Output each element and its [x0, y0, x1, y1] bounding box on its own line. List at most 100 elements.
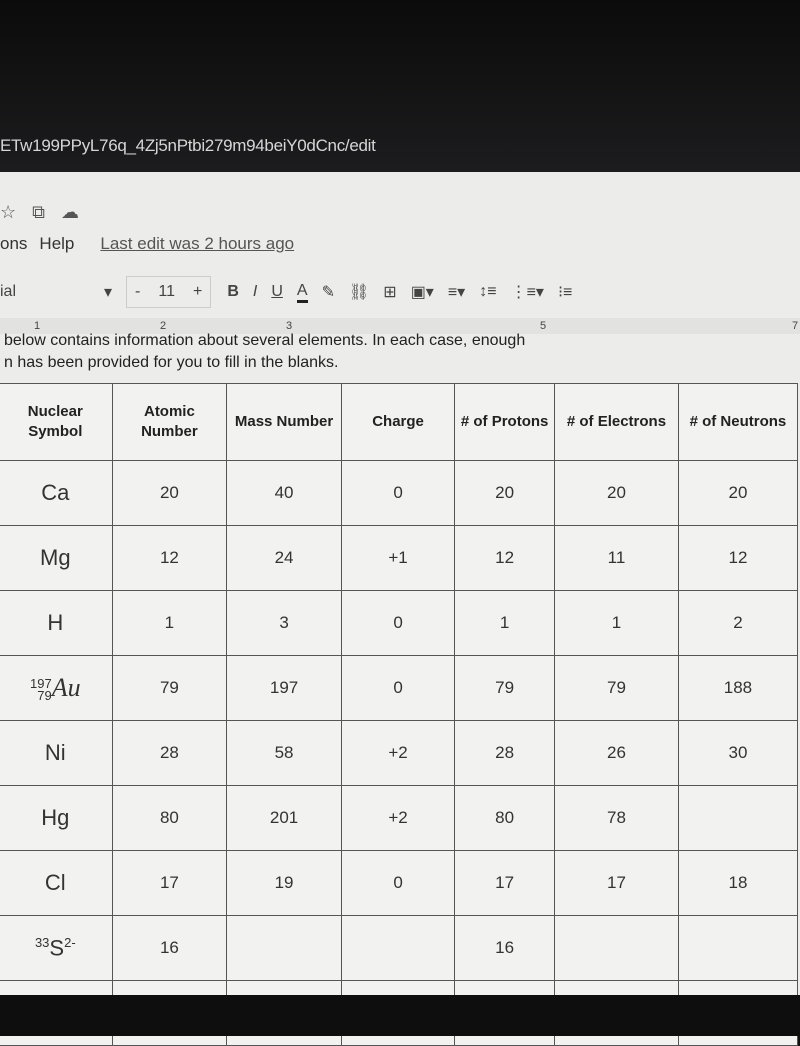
add-comment-icon[interactable]: ⊞	[383, 282, 396, 302]
column-header: Charge	[340, 383, 456, 461]
last-edit-link[interactable]: Last edit was 2 hours ago	[100, 234, 294, 254]
table-cell[interactable]: 0	[340, 590, 456, 656]
menu-help[interactable]: Help	[39, 234, 74, 254]
browser-chrome: ETw199PPyL76q_4Zj5nPtbi279m94beiY0dCnc/e…	[0, 0, 800, 172]
table-cell[interactable]: 12	[454, 525, 556, 591]
link-icon[interactable]: ⛓	[349, 282, 369, 302]
table-row: Ca 20 40 0 20 20 20	[0, 460, 799, 526]
table-cell[interactable]: 201	[226, 785, 342, 851]
table-cell[interactable]: 20	[454, 460, 556, 526]
nuclear-symbol-cell[interactable]: 197 79Au	[0, 655, 113, 721]
table-cell[interactable]: +2	[340, 785, 456, 851]
table-cell[interactable]: 78	[554, 785, 679, 851]
nuclear-symbol-cell[interactable]: Ca	[0, 460, 113, 526]
chevron-down-icon[interactable]: ▾	[104, 282, 112, 302]
table-cell[interactable]	[554, 915, 679, 981]
nuclear-symbol-cell[interactable]: Cl	[0, 850, 113, 916]
table-cell[interactable]: 11	[554, 525, 679, 591]
increase-font-button[interactable]: +	[193, 283, 202, 301]
table-cell[interactable]: 20	[111, 460, 228, 526]
table-cell[interactable]: 18	[677, 850, 799, 916]
table-cell[interactable]	[677, 915, 799, 981]
numbered-list-icon[interactable]: ⋮≡▾	[511, 282, 544, 302]
table-cell[interactable]: 80	[454, 785, 556, 851]
table-cell[interactable]: 12	[677, 525, 799, 591]
table-cell[interactable]	[677, 785, 799, 851]
font-size-control: - 11 +	[126, 276, 212, 308]
bulleted-list-icon[interactable]: ⁝≡	[558, 282, 572, 302]
table-cell[interactable]: 188	[677, 655, 799, 721]
address-bar-url[interactable]: ETw199PPyL76q_4Zj5nPtbi279m94beiY0dCnc/e…	[0, 136, 376, 156]
underline-button[interactable]: U	[271, 283, 283, 301]
cloud-saved-icon[interactable]: ☁	[61, 202, 79, 223]
table-row: Hg 80 201 +2 80 78	[0, 785, 799, 851]
table-cell[interactable]: 30	[677, 720, 799, 786]
column-header: # of Protons	[454, 383, 556, 461]
menu-bar: ons Help Last edit was 2 hours ago	[0, 234, 294, 254]
insert-image-icon[interactable]: ▣▾	[411, 282, 434, 302]
table-cell[interactable]: 26	[554, 720, 679, 786]
table-cell[interactable]	[226, 915, 342, 981]
table-cell[interactable]: 80	[111, 785, 228, 851]
table-cell[interactable]: 17	[454, 850, 556, 916]
table-cell[interactable]: 28	[111, 720, 228, 786]
intro-line: n has been provided for you to fill in t…	[4, 354, 339, 371]
star-icon[interactable]: ☆	[0, 202, 16, 223]
table-cell[interactable]: 17	[111, 850, 228, 916]
nuclear-symbol-cell[interactable]: Ni	[0, 720, 113, 786]
table-cell[interactable]: 2	[677, 590, 799, 656]
nuclear-symbol-cell[interactable]: 33S2-	[0, 915, 113, 981]
nuclear-symbol-cell[interactable]: Mg	[0, 525, 113, 591]
element-symbol: Au	[51, 673, 81, 702]
table-row: 33S2- 16 16	[0, 915, 799, 981]
nuclear-symbol-cell[interactable]: H	[0, 590, 113, 656]
highlight-icon[interactable]: ✎	[322, 282, 335, 302]
table-header-row: Nuclear Symbol Atomic Number Mass Number Ch…	[0, 383, 799, 461]
table-cell[interactable]: 19	[226, 850, 342, 916]
font-select[interactable]: ial	[0, 283, 90, 301]
decrease-font-button[interactable]: -	[135, 283, 140, 301]
text-color-button[interactable]: A	[296, 282, 308, 303]
line-spacing-icon[interactable]: ↕≡	[479, 283, 496, 301]
table-cell[interactable]: 20	[677, 460, 799, 526]
table-cell[interactable]: 3	[226, 590, 342, 656]
table-cell[interactable]: 197	[226, 655, 342, 721]
bold-button[interactable]: B	[227, 283, 239, 301]
menu-extensions[interactable]: ons	[0, 234, 27, 254]
table-cell[interactable]: 1	[454, 590, 556, 656]
nuclear-symbol-cell[interactable]: Hg	[0, 785, 113, 851]
table-cell[interactable]: 17	[554, 850, 679, 916]
elements-table: Nuclear Symbol Atomic Number Mass Number Ch…	[0, 383, 799, 1046]
italic-button[interactable]: I	[253, 283, 257, 301]
table-cell[interactable]: 58	[226, 720, 342, 786]
move-to-folder-icon[interactable]: ⧉	[32, 202, 45, 223]
table-cell[interactable]: 0	[340, 850, 456, 916]
table-cell[interactable]	[340, 915, 456, 981]
table-row: H130112	[0, 590, 799, 656]
table-cell[interactable]: +2	[340, 720, 456, 786]
column-header: Atomic Number	[111, 383, 228, 461]
table-cell[interactable]: 0	[340, 460, 456, 526]
align-icon[interactable]: ≡▾	[448, 282, 465, 302]
table-cell[interactable]: 28	[454, 720, 556, 786]
table-cell[interactable]: 79	[454, 655, 556, 721]
docs-app: ☆ ⧉ ☁ ons Help Last edit was 2 hours ago…	[0, 172, 800, 1046]
table-cell[interactable]: 1	[111, 590, 228, 656]
table-cell[interactable]: 40	[226, 460, 342, 526]
column-header: # of Neutrons	[677, 383, 799, 461]
screen-bezel	[0, 995, 800, 1036]
table-cell[interactable]: 79	[554, 655, 679, 721]
table-cell[interactable]: 1	[554, 590, 679, 656]
intro-line: below contains information about several…	[4, 332, 526, 349]
table-cell[interactable]: +1	[340, 525, 456, 591]
table-cell[interactable]: 20	[554, 460, 679, 526]
table-cell[interactable]: 79	[111, 655, 228, 721]
table-cell[interactable]: 16	[454, 915, 556, 981]
table-cell[interactable]: 0	[340, 655, 456, 721]
table-cell[interactable]: 12	[111, 525, 228, 591]
table-cell[interactable]: 24	[226, 525, 342, 591]
toolbar: ial ▾ - 11 + B I U A ✎ ⛓ ⊞ ▣▾ ≡▾ ↕≡ ⋮≡▾ …	[0, 272, 800, 312]
font-size-input[interactable]: 11	[158, 283, 175, 301]
ruler-mark: 7	[792, 320, 799, 332]
table-cell[interactable]: 16	[111, 915, 228, 981]
